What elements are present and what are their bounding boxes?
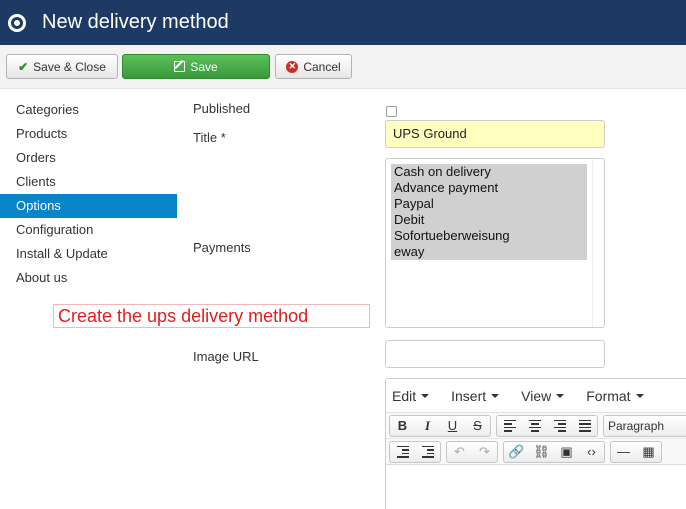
table-icon[interactable]: ▦ <box>636 442 661 462</box>
unlink-icon[interactable]: ⛓ <box>529 442 554 462</box>
rich-text-editor: Edit Insert View Format B I U S Paragrap… <box>385 378 686 509</box>
format-select[interactable]: Paragraph <box>603 414 686 437</box>
page-title: New delivery method <box>42 11 229 33</box>
bold-icon[interactable]: B <box>390 416 415 436</box>
undo-icon[interactable]: ↶ <box>447 442 472 462</box>
chevron-down-icon <box>556 393 565 398</box>
underline-icon[interactable]: U <box>440 416 465 436</box>
align-right-icon[interactable] <box>547 416 572 436</box>
align-left-icon[interactable] <box>497 416 522 436</box>
page-header: New delivery method <box>0 0 686 45</box>
save-label: Save <box>190 59 218 74</box>
alignment-group <box>496 414 598 437</box>
menu-insert[interactable]: Insert <box>451 387 500 404</box>
sidebar-item-about-us[interactable]: About us <box>0 266 177 290</box>
extras-group: — ▦ <box>610 440 662 463</box>
text-style-group: B I U S <box>389 414 491 437</box>
align-center-icon[interactable] <box>522 416 547 436</box>
align-justify-icon[interactable] <box>572 416 597 436</box>
edit-icon <box>174 61 186 72</box>
image-url-input[interactable] <box>385 340 605 368</box>
published-checkbox[interactable] <box>386 106 397 117</box>
horizontal-rule-icon[interactable]: — <box>611 442 636 462</box>
sidebar-item-install-update[interactable]: Install & Update <box>0 242 177 266</box>
editor-toolbar-row-2: ↶ ↷ 🔗 ⛓ ▣ ‹› — ▦ <box>386 439 686 465</box>
image-url-label: Image URL <box>193 349 259 364</box>
payments-label: Payments <box>193 240 251 255</box>
payment-option-eway[interactable]: eway <box>391 244 587 260</box>
toolbar: ✔ Save & Close Save ✕ Cancel <box>0 45 686 89</box>
cancel-icon: ✕ <box>286 60 299 73</box>
sidebar-item-categories[interactable]: Categories <box>0 98 177 122</box>
payments-options: Cash on delivery Advance payment Paypal … <box>391 164 587 260</box>
payment-option-paypal[interactable]: Paypal <box>391 196 587 212</box>
title-input[interactable]: UPS Ground <box>385 120 605 148</box>
outdent-icon[interactable] <box>390 442 415 462</box>
editor-menubar: Edit Insert View Format <box>386 379 686 413</box>
code-icon[interactable]: ‹› <box>579 442 604 462</box>
sidebar-nav: Categories Products Orders Clients Optio… <box>0 98 177 290</box>
annotation-callout: Create the ups delivery method <box>53 304 370 328</box>
joomla-logo-icon <box>8 13 26 32</box>
sidebar-item-configuration[interactable]: Configuration <box>0 218 177 242</box>
published-label: Published <box>193 101 251 116</box>
check-icon: ✔ <box>18 59 29 74</box>
payments-multiselect[interactable]: Cash on delivery Advance payment Paypal … <box>385 158 605 328</box>
sidebar-item-products[interactable]: Products <box>0 122 177 146</box>
cancel-button[interactable]: ✕ Cancel <box>275 54 352 79</box>
menu-format-label: Format <box>586 387 631 404</box>
chevron-down-icon <box>421 393 430 398</box>
italic-icon[interactable]: I <box>415 416 440 436</box>
history-group: ↶ ↷ <box>446 440 498 463</box>
indent-icon[interactable] <box>415 442 440 462</box>
save-close-button[interactable]: ✔ Save & Close <box>6 54 118 79</box>
sidebar-item-clients[interactable]: Clients <box>0 170 177 194</box>
payment-option-sofortueberweisung[interactable]: Sofortueberweisung <box>391 228 587 244</box>
payment-option-cash-on-delivery[interactable]: Cash on delivery <box>391 164 587 180</box>
menu-insert-label: Insert <box>451 387 487 404</box>
editor-toolbar-row-1: B I U S Paragraph <box>386 413 686 439</box>
cancel-label: Cancel <box>303 59 341 74</box>
sidebar-item-orders[interactable]: Orders <box>0 146 177 170</box>
format-select-value: Paragraph <box>608 418 665 433</box>
redo-icon[interactable]: ↷ <box>472 442 497 462</box>
chevron-down-icon <box>635 393 644 398</box>
sidebar-item-options[interactable]: Options <box>0 194 177 218</box>
menu-view[interactable]: View <box>521 387 565 404</box>
chevron-down-icon <box>491 393 500 398</box>
editor-content-area[interactable] <box>386 465 686 509</box>
link-icon[interactable]: 🔗 <box>504 442 529 462</box>
strikethrough-icon[interactable]: S <box>465 416 490 436</box>
menu-format[interactable]: Format <box>586 387 644 404</box>
payment-option-advance-payment[interactable]: Advance payment <box>391 180 587 196</box>
menu-view-label: View <box>521 387 552 404</box>
save-close-label: Save & Close <box>33 59 106 74</box>
menu-edit[interactable]: Edit <box>392 387 430 404</box>
image-icon[interactable]: ▣ <box>554 442 579 462</box>
payments-scrollbar[interactable] <box>592 159 604 327</box>
title-label: Title * <box>193 130 226 145</box>
save-button[interactable]: Save <box>122 54 270 79</box>
menu-edit-label: Edit <box>392 387 417 404</box>
indent-group <box>389 440 441 463</box>
insert-group: 🔗 ⛓ ▣ ‹› <box>503 440 605 463</box>
payment-option-debit[interactable]: Debit <box>391 212 587 228</box>
